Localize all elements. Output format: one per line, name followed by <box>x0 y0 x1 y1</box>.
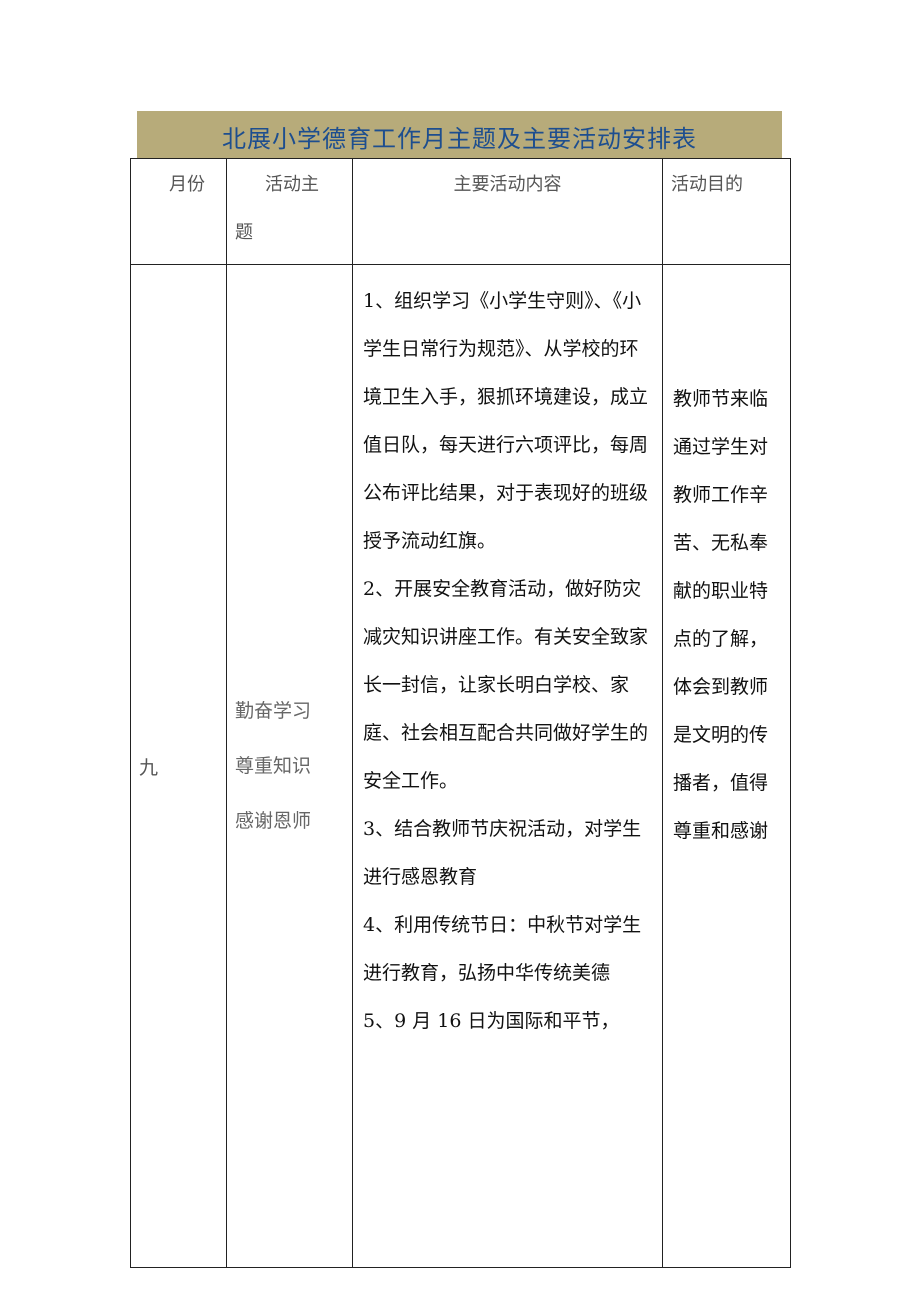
goal-line: 苦、无私奉 <box>673 532 769 554</box>
header-content: 主要活动内容 <box>352 158 663 265</box>
title-banner: 北展小学德育工作月主题及主要活动安排表 <box>137 111 782 158</box>
header-goal: 活动目的 <box>662 158 791 265</box>
content-paragraph: 4、利用传统节日：中秋节对学生进行教育，弘扬中华传统美德 <box>363 914 642 984</box>
goal-line: 播者，值得 <box>673 772 769 794</box>
activity-schedule-table: 月份 活动主 题 主要活动内容 活动目的 九 勤奋学习 尊重知识 感谢恩师 1、… <box>130 158 791 1268</box>
header-month: 月份 <box>130 158 227 265</box>
goal-line: 通过学生对 <box>673 436 769 458</box>
table-row: 九 勤奋学习 尊重知识 感谢恩师 1、组织学习《小学生守则》、《小学生日常行为规… <box>130 264 791 1268</box>
goal-line: 教师节来临 <box>673 388 769 410</box>
goal-line: 是文明的传 <box>673 724 769 746</box>
table-header-row: 月份 活动主 题 主要活动内容 活动目的 <box>130 158 791 265</box>
content-paragraph: 3、结合教师节庆祝活动，对学生进行感恩教育 <box>363 818 642 888</box>
theme-line: 感谢恩师 <box>235 809 312 832</box>
header-theme: 活动主 题 <box>226 158 353 265</box>
content-cell: 1、组织学习《小学生守则》、《小学生日常行为规范》、从学校的环境卫生入手，狠抓环… <box>352 264 663 1268</box>
goal-line: 体会到教师 <box>673 676 769 698</box>
document-title: 北展小学德育工作月主题及主要活动安排表 <box>222 125 697 153</box>
theme-line: 勤奋学习 <box>235 699 312 722</box>
theme-cell: 勤奋学习 尊重知识 感谢恩师 <box>226 264 353 1268</box>
goal-line: 献的职业特 <box>673 580 769 602</box>
goal-line: 教师工作辛 <box>673 484 769 506</box>
header-theme-line2: 题 <box>235 222 253 243</box>
goal-line: 点的了解， <box>673 628 769 650</box>
theme-line: 尊重知识 <box>235 754 312 777</box>
content-paragraph: 1、组织学习《小学生守则》、《小学生日常行为规范》、从学校的环境卫生入手，狠抓环… <box>363 290 649 552</box>
goal-line: 尊重和感谢 <box>673 820 769 842</box>
content-paragraph: 2、开展安全教育活动，做好防灾减灾知识讲座工作。有关安全致家长一封信，让家长明白… <box>363 578 649 792</box>
goal-cell: 教师节来临 通过学生对 教师工作辛 苦、无私奉 献的职业特 点的了解， 体会到教… <box>662 264 791 1268</box>
header-theme-line1: 活动主 <box>265 174 319 195</box>
month-cell: 九 <box>130 264 227 1268</box>
content-paragraph: 5、9 月 16 日为国际和平节， <box>363 1010 620 1032</box>
